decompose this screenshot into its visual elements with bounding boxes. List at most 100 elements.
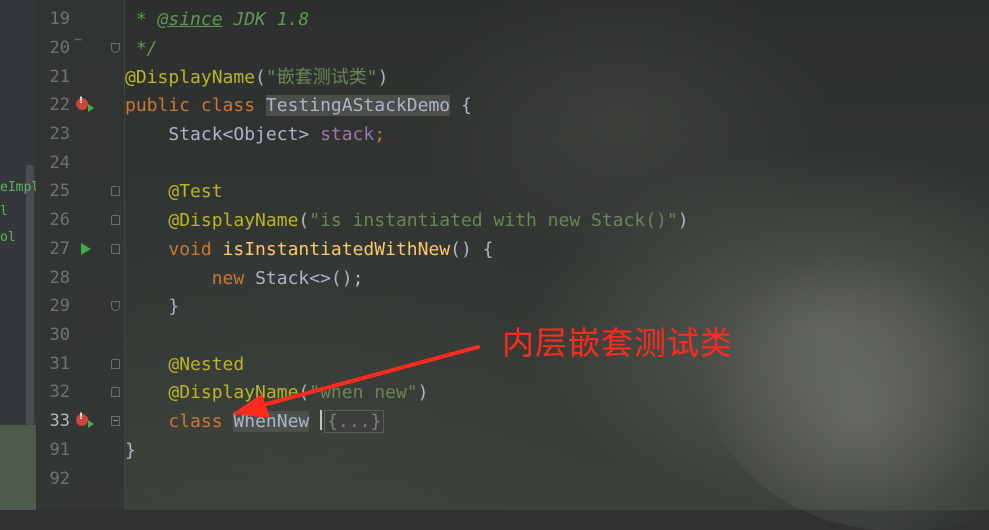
line-number: 31: [49, 354, 70, 374]
line-number: 29: [49, 296, 70, 316]
line-number: 22: [49, 95, 70, 115]
run-test-icon[interactable]: [81, 243, 91, 255]
line-number: 24: [49, 153, 70, 173]
gutter-line: 31: [36, 350, 124, 379]
gutter-line: 92: [36, 465, 124, 494]
project-item[interactable]: eImpl: [0, 180, 36, 195]
code-line-28: new Stack<>();: [125, 264, 364, 293]
project-item[interactable]: l: [0, 204, 36, 219]
editor-gutter[interactable]: 19 20 ~ 21 22 23 24 25 26 27 28 29 30: [36, 0, 125, 510]
doc-comment: *: [125, 9, 158, 30]
line-number: 30: [49, 325, 70, 345]
fold-end-icon[interactable]: [111, 43, 120, 53]
string-literal: "is instantiated with new Stack()": [309, 210, 678, 231]
gutter-line: 28: [36, 264, 124, 293]
brace: }: [168, 296, 180, 317]
run-class-icon[interactable]: [88, 420, 94, 428]
code-line-32: @DisplayName("when new"): [125, 378, 428, 407]
gutter-line: 20 ~: [36, 32, 124, 63]
code-line-26: @DisplayName("is instantiated with new S…: [125, 206, 688, 235]
gutter-line: 22: [36, 91, 124, 120]
gutter-line: 26: [36, 206, 124, 235]
expression: Stack<>();: [255, 268, 364, 289]
paren: (: [298, 382, 310, 403]
gutter-line: 24: [36, 149, 124, 178]
fold-start-icon[interactable]: [111, 186, 120, 196]
fold-start-icon[interactable]: [111, 244, 120, 254]
string-literal: "when new": [309, 382, 418, 403]
code-line-20: */: [125, 34, 158, 63]
fold-start-icon[interactable]: [111, 215, 120, 225]
paren: (: [298, 210, 310, 231]
fold-expand-icon[interactable]: [111, 416, 120, 426]
brace: {: [450, 95, 472, 116]
project-panel-selection: [0, 425, 36, 510]
brace: }: [125, 440, 136, 461]
project-panel[interactable]: eImpl l ol: [0, 0, 37, 510]
line-number: 20: [49, 38, 70, 58]
code-line-19: * @since JDK 1.8: [125, 5, 309, 34]
annotation: @DisplayName: [168, 382, 299, 403]
line-number: 21: [49, 67, 70, 87]
code-line-29: }: [125, 292, 179, 321]
line-number: 33: [49, 411, 70, 431]
fold-end-icon[interactable]: [111, 301, 120, 311]
keyword: new: [211, 268, 256, 289]
paren: ): [417, 382, 429, 403]
annotation-label: 内层嵌套测试类: [502, 324, 734, 362]
fold-start-icon[interactable]: [111, 387, 120, 397]
code-line-25: @Test: [125, 177, 223, 206]
run-class-icon[interactable]: [88, 104, 94, 112]
paren: (: [255, 67, 266, 88]
gutter-line: 23: [36, 120, 124, 149]
gutter-line: 29: [36, 292, 124, 321]
line-number: 25: [49, 181, 70, 201]
gutter-line: 19: [36, 5, 124, 34]
code-line-27: void isInstantiatedWithNew() {: [125, 235, 493, 264]
paren: ): [377, 67, 389, 88]
line-number: 32: [49, 382, 70, 402]
semicolon: ;: [374, 124, 386, 145]
line-number: 92: [49, 469, 70, 489]
change-marker-icon: ~: [74, 32, 83, 48]
line-number: 19: [49, 9, 70, 29]
line-number: 28: [49, 268, 70, 288]
type-name: Stack<Object>: [168, 124, 321, 145]
keyword: public class: [125, 95, 266, 116]
line-number: 27: [49, 239, 70, 259]
code-editor[interactable]: * @since JDK 1.8 */ @DisplayName("嵌套测试类"…: [125, 0, 989, 510]
run-debug-icon[interactable]: [76, 98, 88, 110]
line-number: 91: [49, 440, 70, 460]
class-name[interactable]: WhenNew: [233, 411, 310, 432]
code-line-31: @Nested: [125, 350, 244, 379]
folded-region[interactable]: {...}: [324, 410, 385, 433]
fold-start-icon[interactable]: [111, 359, 120, 369]
annotation: @DisplayName: [168, 210, 299, 231]
run-debug-icon[interactable]: [76, 414, 88, 426]
gutter-line: 33: [36, 407, 124, 436]
code-line-21: @DisplayName("嵌套测试类"): [125, 63, 388, 92]
doc-comment: */: [125, 38, 158, 59]
line-number: 23: [49, 124, 70, 144]
annotation: @Test: [168, 181, 223, 202]
punctuation: () {: [450, 239, 494, 260]
project-item[interactable]: ol: [0, 230, 36, 245]
annotation: @DisplayName: [125, 67, 256, 88]
keyword: void: [168, 239, 223, 260]
method-name[interactable]: isInstantiatedWithNew: [223, 239, 451, 260]
code-line-23: Stack<Object> stack;: [125, 120, 385, 149]
class-name[interactable]: TestingAStackDemo: [265, 95, 451, 116]
code-line-91: }: [125, 436, 136, 465]
doc-tag: @since: [157, 9, 223, 30]
gutter-line: 25: [36, 177, 124, 206]
